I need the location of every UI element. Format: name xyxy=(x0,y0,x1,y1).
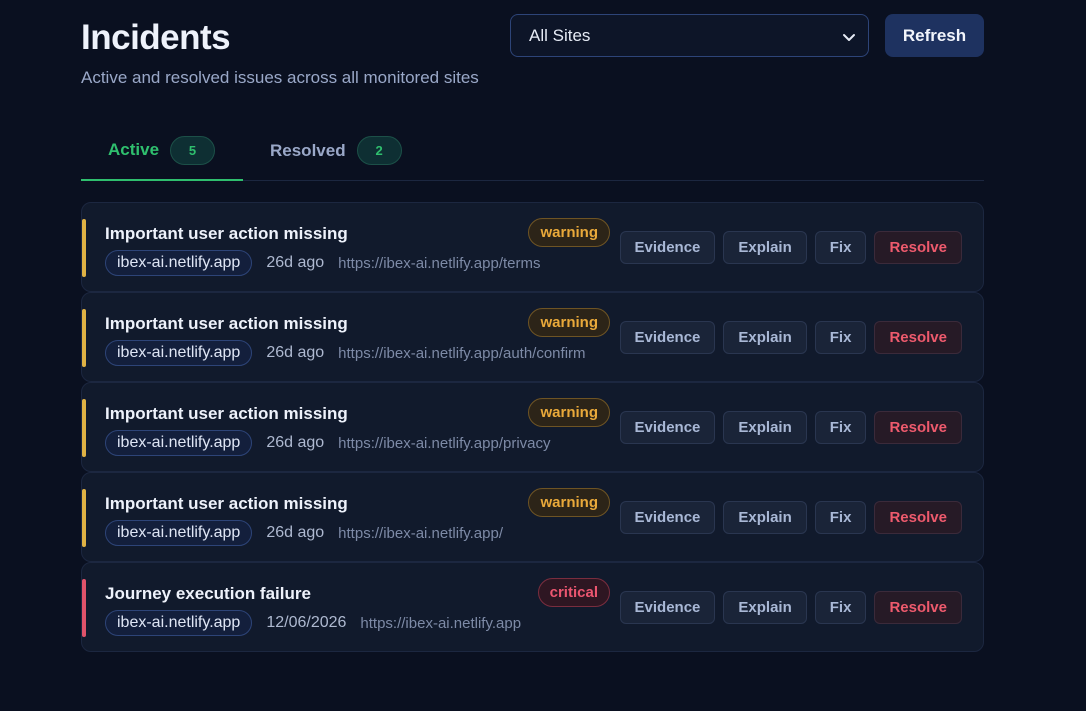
incident-card: Important user action missing warning ib… xyxy=(81,382,984,472)
tab-active-label: Active xyxy=(108,140,160,159)
incident-list: Important user action missing warning ib… xyxy=(81,202,984,652)
explain-button[interactable]: Explain xyxy=(723,501,807,534)
incident-meta: ibex-ai.netlify.app 26d ago https://ibex… xyxy=(105,520,503,546)
incident-url: https://ibex-ai.netlify.app/ xyxy=(338,524,503,542)
tab-resolved[interactable]: Resolved 2 xyxy=(270,121,402,180)
incident-url: https://ibex-ai.netlify.app/privacy xyxy=(338,434,551,452)
severity-badge: warning xyxy=(528,398,610,427)
fix-button[interactable]: Fix xyxy=(814,321,867,354)
incident-age: 26d ago xyxy=(266,254,325,271)
incident-title: Important user action missing xyxy=(105,494,348,513)
incident-card: Journey execution failure critical ibex-… xyxy=(81,562,984,652)
evidence-button[interactable]: Evidence xyxy=(619,591,716,624)
explain-button[interactable]: Explain xyxy=(723,591,807,624)
incident-meta: ibex-ai.netlify.app 12/06/2026 https://i… xyxy=(105,610,521,636)
tab-active[interactable]: Active 5 xyxy=(81,121,243,181)
incident-actions: Evidence Explain Fix Resolve xyxy=(619,411,962,444)
severity-stripe xyxy=(82,489,86,547)
incident-age: 26d ago xyxy=(266,344,325,361)
site-filter-value: All Sites xyxy=(529,25,591,45)
incident-meta: ibex-ai.netlify.app 26d ago https://ibex… xyxy=(105,430,551,456)
severity-badge: warning xyxy=(528,218,610,247)
resolve-button[interactable]: Resolve xyxy=(874,501,962,534)
fix-button[interactable]: Fix xyxy=(814,231,867,264)
evidence-button[interactable]: Evidence xyxy=(619,411,716,444)
incident-actions: Evidence Explain Fix Resolve xyxy=(619,231,962,264)
incident-actions: Evidence Explain Fix Resolve xyxy=(619,321,962,354)
severity-stripe xyxy=(82,579,86,637)
resolve-button[interactable]: Resolve xyxy=(874,411,962,444)
site-chip[interactable]: ibex-ai.netlify.app xyxy=(105,610,253,636)
site-chip[interactable]: ibex-ai.netlify.app xyxy=(105,250,253,276)
incidents-page: Incidents Active and resolved issues acr… xyxy=(0,0,1086,711)
resolve-button[interactable]: Resolve xyxy=(874,321,962,354)
incident-card: Important user action missing warning ib… xyxy=(81,202,984,292)
incident-age: 12/06/2026 xyxy=(266,614,347,631)
incident-meta: ibex-ai.netlify.app 26d ago https://ibex… xyxy=(105,340,586,366)
incident-url: https://ibex-ai.netlify.app/terms xyxy=(338,254,541,272)
severity-stripe xyxy=(82,399,86,457)
severity-badge: warning xyxy=(528,488,610,517)
severity-stripe xyxy=(82,309,86,367)
site-chip[interactable]: ibex-ai.netlify.app xyxy=(105,340,253,366)
chevron-down-icon xyxy=(842,29,856,43)
page-subtitle: Active and resolved issues across all mo… xyxy=(81,68,479,87)
incident-age: 26d ago xyxy=(266,524,325,541)
incident-url: https://ibex-ai.netlify.app/auth/confirm xyxy=(338,344,586,362)
page-title: Incidents xyxy=(81,18,231,57)
tab-resolved-label: Resolved xyxy=(270,140,346,160)
incident-title: Important user action missing xyxy=(105,314,348,333)
resolve-button[interactable]: Resolve xyxy=(874,591,962,624)
explain-button[interactable]: Explain xyxy=(723,411,807,444)
active-count-badge: 5 xyxy=(170,135,216,165)
incident-actions: Evidence Explain Fix Resolve xyxy=(619,591,962,624)
evidence-button[interactable]: Evidence xyxy=(619,321,716,354)
incident-title: Important user action missing xyxy=(105,404,348,423)
fix-button[interactable]: Fix xyxy=(814,501,867,534)
resolve-button[interactable]: Resolve xyxy=(874,231,962,264)
severity-badge: warning xyxy=(528,308,610,337)
incident-actions: Evidence Explain Fix Resolve xyxy=(619,501,962,534)
severity-badge: critical xyxy=(537,578,610,607)
refresh-button[interactable]: Refresh xyxy=(885,14,984,57)
incident-age: 26d ago xyxy=(266,434,325,451)
severity-stripe xyxy=(82,219,86,277)
evidence-button[interactable]: Evidence xyxy=(619,231,716,264)
resolved-count-badge: 2 xyxy=(356,136,402,165)
incident-tabs: Active 5 Resolved 2 xyxy=(81,121,984,181)
incident-url: https://ibex-ai.netlify.app xyxy=(360,614,522,632)
incident-card: Important user action missing warning ib… xyxy=(81,472,984,562)
site-filter-select[interactable]: All Sites xyxy=(510,14,869,57)
incident-title: Important user action missing xyxy=(105,224,348,243)
incident-title: Journey execution failure xyxy=(105,584,311,603)
incident-card: Important user action missing warning ib… xyxy=(81,292,984,382)
evidence-button[interactable]: Evidence xyxy=(619,501,716,534)
explain-button[interactable]: Explain xyxy=(723,231,807,264)
site-chip[interactable]: ibex-ai.netlify.app xyxy=(105,430,253,456)
incident-meta: ibex-ai.netlify.app 26d ago https://ibex… xyxy=(105,250,540,276)
fix-button[interactable]: Fix xyxy=(814,591,867,624)
site-chip[interactable]: ibex-ai.netlify.app xyxy=(105,520,253,546)
explain-button[interactable]: Explain xyxy=(723,321,807,354)
fix-button[interactable]: Fix xyxy=(814,411,867,444)
